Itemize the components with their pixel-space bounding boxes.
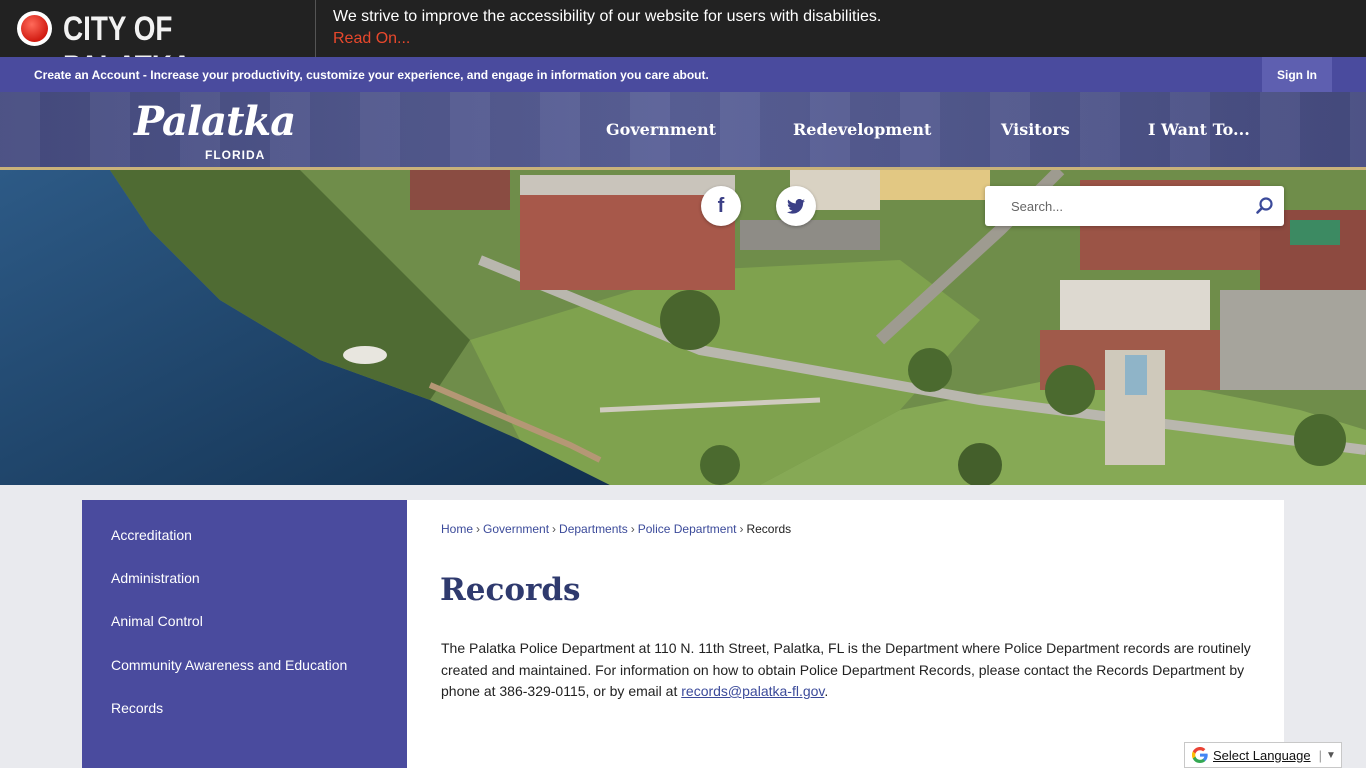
sidebar-nav: Accreditation Administration Animal Cont… bbox=[82, 500, 407, 768]
breadcrumb-government[interactable]: Government bbox=[483, 522, 549, 536]
account-bar: Create an Account - Increase your produc… bbox=[0, 57, 1366, 92]
twitter-icon bbox=[787, 198, 805, 214]
twitter-button[interactable] bbox=[776, 186, 816, 226]
palatka-logo[interactable]: Palatka FLORIDA bbox=[134, 98, 296, 162]
main-content: Home › Government › Departments › Police Depar… bbox=[407, 500, 1284, 768]
site-logo-bar[interactable]: CITY OF PALATKA bbox=[0, 0, 316, 87]
records-email-link[interactable]: records@palatka-fl.gov bbox=[681, 683, 824, 699]
sidebar-item-animal-control[interactable]: Animal Control bbox=[111, 613, 203, 629]
sidebar-item-records[interactable]: Records bbox=[111, 700, 163, 716]
page-title: Records bbox=[440, 572, 581, 608]
breadcrumb-home[interactable]: Home bbox=[441, 522, 473, 536]
search-input[interactable] bbox=[985, 186, 1245, 226]
main-header: Palatka FLORIDA Government Redevelopment… bbox=[0, 92, 1366, 170]
search-box bbox=[985, 186, 1284, 226]
search-icon[interactable] bbox=[1255, 196, 1275, 216]
breadcrumb-departments[interactable]: Departments bbox=[559, 522, 628, 536]
page-body: The Palatka Police Department at 110 N. … bbox=[441, 640, 1251, 699]
create-account-link[interactable]: Create an Account - Increase your produc… bbox=[34, 68, 709, 82]
record-icon bbox=[17, 11, 52, 46]
breadcrumb-police-department[interactable]: Police Department bbox=[638, 522, 737, 536]
sidebar-item-administration[interactable]: Administration bbox=[111, 570, 200, 586]
facebook-button[interactable]: f bbox=[701, 186, 741, 226]
breadcrumb: Home › Government › Departments › Police Depar… bbox=[441, 522, 792, 536]
nav-visitors[interactable]: Visitors bbox=[1001, 120, 1070, 139]
google-icon bbox=[1192, 747, 1208, 763]
nav-redevelopment[interactable]: Redevelopment bbox=[793, 120, 931, 139]
accessibility-message: We strive to improve the accessibility o… bbox=[333, 8, 882, 25]
accessibility-bar: CITY OF PALATKA We strive to improve the… bbox=[0, 0, 1366, 87]
nav-i-want-to[interactable]: I Want To... bbox=[1148, 120, 1250, 139]
sidebar-item-accreditation[interactable]: Accreditation bbox=[111, 527, 192, 543]
nav-government[interactable]: Government bbox=[606, 120, 716, 139]
chevron-down-icon[interactable]: ▼ bbox=[1326, 750, 1336, 761]
facebook-icon: f bbox=[717, 194, 725, 217]
select-language-label[interactable]: Select Language bbox=[1213, 748, 1311, 763]
google-translate-widget[interactable]: Select Language | ▼ bbox=[1184, 742, 1342, 768]
sidebar-item-community-awareness[interactable]: Community Awareness and Education bbox=[111, 657, 347, 673]
body-text: The Palatka Police Department at 110 N. … bbox=[441, 640, 1251, 699]
logo-script: Palatka bbox=[134, 98, 296, 145]
logo-sub: FLORIDA bbox=[205, 148, 266, 162]
sign-in-button[interactable]: Sign In bbox=[1262, 57, 1332, 92]
read-on-link[interactable]: Read On... bbox=[333, 30, 410, 48]
breadcrumb-current: Records bbox=[746, 522, 792, 536]
